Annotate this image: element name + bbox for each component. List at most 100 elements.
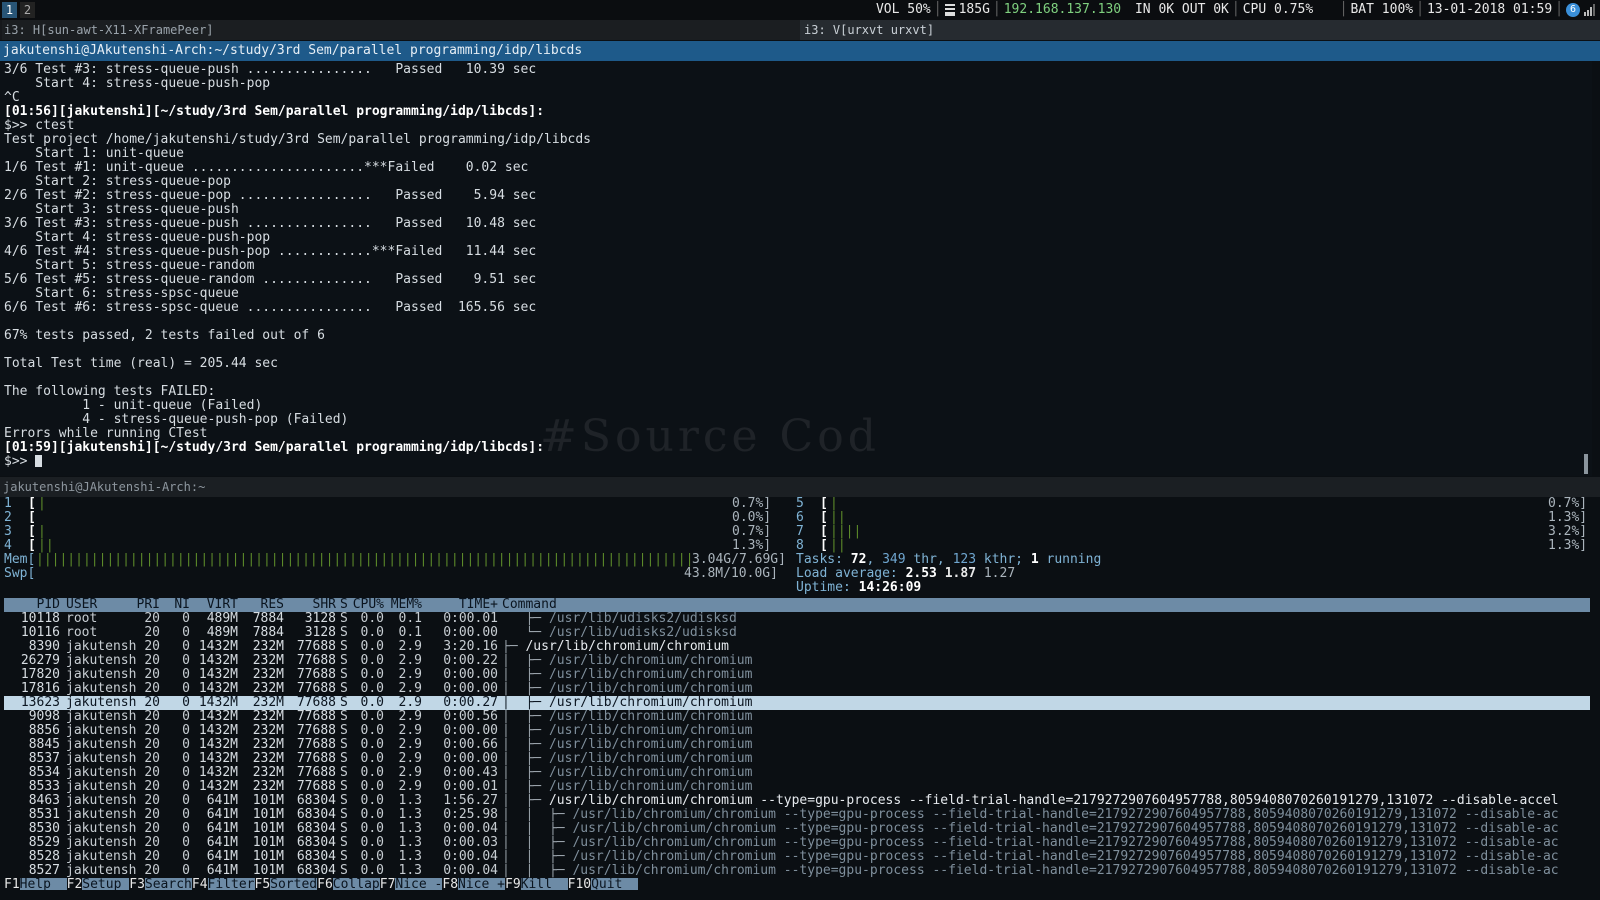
process-row[interactable]: 8528 jakutensh 20 0 641M 101M 68304 S 0.0 1.3 0:00… <box>4 850 1590 864</box>
column-header-pri[interactable]: PRI <box>132 598 160 612</box>
process-row[interactable]: 17820 jakutensh 20 0 1432M 232M 77688 S 0.0 2.9 0:… <box>4 668 1590 682</box>
cpu-meter-value: 0.7%] <box>1548 497 1588 511</box>
process-row[interactable]: 8533 jakutensh 20 0 1432M 232M 77688 S 0.0 2.9 0:0… <box>4 780 1590 794</box>
process-command: │ │ ├─ /usr/lib/chromium/chromium --type… <box>502 808 1590 822</box>
workspace-2-button[interactable]: 2 <box>20 2 35 18</box>
process-command: │ ├─ /usr/lib/chromium/chromium <box>502 780 1590 794</box>
column-header-user[interactable]: USER <box>66 598 138 612</box>
process-command: └─ /usr/lib/udisks2/udisksd <box>502 626 1590 640</box>
tree-branch: │ ├─ <box>502 710 549 724</box>
column-header-virt[interactable]: VIRT <box>192 598 238 612</box>
fkey-f9-button[interactable]: Kill <box>520 878 568 890</box>
signal-icon[interactable] <box>1584 4 1596 16</box>
tree-branch: │ ├─ <box>502 752 549 766</box>
process-ni: 0 <box>182 640 190 654</box>
process-row[interactable]: 8529 jakutensh 20 0 641M 101M 68304 S 0.0 1.3 0:00… <box>4 836 1590 850</box>
htop-terminal[interactable]: 1[| 0.7%] 2[0.0%] 3[| 0.7%] 4[|| 1.3%] 5[| 0.7%]… <box>0 497 1592 890</box>
terminal-1-title[interactable]: jakutenshi@JAkutenshi-Arch:~/study/3rd S… <box>0 41 1600 61</box>
process-cpu: 0.0 <box>360 794 384 808</box>
process-cpu: 0.0 <box>360 836 384 850</box>
command-text: /usr/lib/chromium/chromium --type=gpu-pr… <box>572 850 1559 864</box>
fkey-f4-button[interactable]: Filter <box>207 878 255 890</box>
column-header-time[interactable]: TIME+ <box>426 598 498 612</box>
fkey-f8-button[interactable]: Nice + <box>458 878 505 890</box>
process-row[interactable]: 9098 jakutensh 20 0 1432M 232M 77688 S 0.0 2.9 0:0… <box>4 710 1590 724</box>
tasks-thr: 349 <box>882 552 906 567</box>
fkey-f3-button[interactable]: Search <box>144 878 192 890</box>
process-cpu: 0.0 <box>360 612 384 626</box>
process-user: jakutensh <box>66 724 137 738</box>
process-user: jakutensh <box>66 794 137 808</box>
process-row[interactable]: 8537 jakutensh 20 0 1432M 232M 77688 S 0.0 2.9 0:0… <box>4 752 1590 766</box>
column-header-s[interactable]: S <box>340 598 350 612</box>
fkey-f6-button[interactable]: Collap <box>332 878 380 890</box>
column-header-mem[interactable]: MEM% <box>386 598 422 612</box>
tray-app-icon[interactable]: 6 <box>1566 3 1580 17</box>
tree-branch: ├─ <box>502 640 526 654</box>
process-row[interactable]: 8856 jakutensh 20 0 1432M 232M 77688 S 0.0 2.9 0:0… <box>4 724 1590 738</box>
process-row[interactable]: 26279 jakutensh 20 0 1432M 232M 77688 S 0.0 2.9 0:… <box>4 654 1590 668</box>
process-res: 7884 <box>252 612 284 626</box>
fkey-f2-button[interactable]: Setup <box>82 878 130 890</box>
terminal-2-title[interactable]: jakutenshi@JAkutenshi-Arch:~ <box>0 477 1600 497</box>
process-row[interactable]: 8463 jakutensh 20 0 641M 101M 68304 S 0.0 1.3 1:56… <box>4 794 1590 808</box>
cpu-meter-label: 3 <box>4 524 12 539</box>
workspace-1-button[interactable]: 1 <box>2 2 17 18</box>
process-mem: 2.9 <box>398 682 422 696</box>
process-row[interactable]: 13623 jakutensh 20 0 1432M 232M 77688 S 0.0 2.9 0:… <box>4 696 1590 710</box>
fkey-f10-button[interactable]: Quit <box>591 878 639 890</box>
process-row[interactable]: 8845 jakutensh 20 0 1432M 232M 77688 S 0.0 2.9 0:0… <box>4 738 1590 752</box>
process-row[interactable]: 8534 jakutensh 20 0 1432M 232M 77688 S 0.0 2.9 0:0… <box>4 766 1590 780</box>
function-key-bar: F1 Help F2 Setup F3 Search F4 Filter F5 Sorted F… <box>4 877 639 891</box>
tree-branch: │ │ ├─ <box>502 808 573 822</box>
terminal-1-scrollbar[interactable] <box>1584 454 1588 474</box>
process-time: 0:00.56 <box>443 710 498 724</box>
process-row[interactable]: 8527 jakutensh 20 0 641M 101M 68304 S 0.0 1.3 0:00… <box>4 864 1590 878</box>
process-time: 0:00.66 <box>443 738 498 752</box>
process-pid: 10116 <box>20 626 60 640</box>
process-pid: 8463 <box>28 794 60 808</box>
terminal-line: Start 4: stress-queue-push-pop <box>4 230 271 245</box>
process-ni: 0 <box>182 850 190 864</box>
process-row[interactable]: 8531 jakutensh 20 0 641M 101M 68304 S 0.0 1.3 0:25… <box>4 808 1590 822</box>
process-cpu: 0.0 <box>360 724 384 738</box>
command-text: /usr/lib/chromium/chromium --type=gpu-pr… <box>572 836 1559 850</box>
cpu-meter-bracket: [ <box>28 524 36 539</box>
process-ni: 0 <box>182 710 190 724</box>
process-row[interactable]: 8530 jakutensh 20 0 641M 101M 68304 S 0.0 1.3 0:00… <box>4 822 1590 836</box>
terminal-line: 67% tests passed, 2 tests failed out of … <box>4 328 325 343</box>
process-row[interactable]: 17816 jakutensh 20 0 1432M 232M 77688 S 0.0 2.9 0:… <box>4 682 1590 696</box>
process-row[interactable]: 10118 root 20 0 489M 7884 3128 S 0.0 0.1 0:00.01 ├… <box>4 612 1590 626</box>
process-ni: 0 <box>182 612 190 626</box>
fkey-f7-button[interactable]: Nice - <box>395 878 443 890</box>
command-text: /usr/lib/chromium/chromium <box>525 640 729 654</box>
process-pri: 20 <box>144 654 160 668</box>
process-shr: 77688 <box>296 668 336 682</box>
tree-branch: │ ├─ <box>502 696 549 710</box>
tab-urxvt[interactable]: i3: V[urxvt urxvt] <box>800 20 1600 40</box>
command-text: /usr/lib/udisks2/udisksd <box>548 612 737 626</box>
process-command: │ ├─ /usr/lib/chromium/chromium --type=g… <box>502 794 1590 808</box>
column-header-cpu[interactable]: CPU% <box>350 598 384 612</box>
column-header-res[interactable]: RES <box>240 598 284 612</box>
fkey-f1-button[interactable]: Help <box>19 878 67 890</box>
process-time: 0:00.03 <box>443 836 498 850</box>
column-header-cmd[interactable]: Command <box>502 598 702 612</box>
terminal-1[interactable]: #Source Cod 3/6 Test #3: stress-queue-pu… <box>0 61 1592 476</box>
fkey-f5-button[interactable]: Sorted <box>270 878 318 890</box>
process-ni: 0 <box>182 864 190 878</box>
process-ni: 0 <box>182 654 190 668</box>
column-header-pid[interactable]: PID <box>4 598 60 612</box>
process-row[interactable]: 10116 root 20 0 489M 7884 3128 S 0.0 0.1 0:00.00 └… <box>4 626 1590 640</box>
tab-sun-awt[interactable]: i3: H[sun-awt-X11-XFramePeer] <box>2 20 800 40</box>
cpu-meter-label: 1 <box>4 497 12 511</box>
column-header-ni[interactable]: NI <box>162 598 190 612</box>
command-text: /usr/lib/chromium/chromium --type=gpu-pr… <box>572 808 1559 822</box>
column-header-shr[interactable]: SHR <box>286 598 336 612</box>
mem-label: Mem[ <box>4 552 36 567</box>
process-row[interactable]: 8390 jakutensh 20 0 1432M 232M 77688 S 0.0 2.9 3:2… <box>4 640 1590 654</box>
tree-branch: │ │ ├─ <box>502 836 573 850</box>
process-user: jakutensh <box>66 836 137 850</box>
fkey-f2: F2 <box>66 877 83 891</box>
process-ni: 0 <box>182 682 190 696</box>
